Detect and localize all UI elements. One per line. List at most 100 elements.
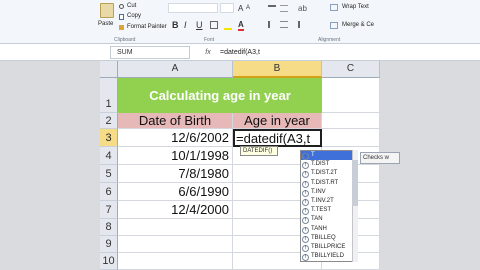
function-icon: f: [302, 189, 309, 197]
autocomplete-item-label: TANH: [311, 225, 327, 232]
format-painter-icon[interactable]: [119, 25, 124, 30]
cell-a10[interactable]: [118, 253, 233, 270]
column-header-b[interactable]: B: [233, 61, 322, 78]
paste-button[interactable]: Paste: [98, 21, 113, 27]
wrap-text-button[interactable]: Wrap Text: [342, 4, 369, 10]
autocomplete-item-label: T.TEST: [311, 207, 332, 214]
italic-button[interactable]: I: [184, 20, 187, 30]
bold-button[interactable]: B: [172, 20, 179, 30]
cell-a7[interactable]: 12/4/2000: [118, 201, 233, 219]
header-date-of-birth[interactable]: Date of Birth: [118, 113, 233, 129]
active-cell-b3[interactable]: =datedif(A3,t: [233, 129, 322, 147]
autocomplete-item[interactable]: f T.DIST: [301, 160, 353, 170]
align-left-icon[interactable]: [268, 21, 276, 28]
autocomplete-item[interactable]: f TBILLPRICE: [301, 243, 353, 252]
cell-a9[interactable]: [118, 236, 233, 253]
autocomplete-item-label: TBILLYIELD: [311, 253, 344, 260]
row-header-7[interactable]: 7: [100, 201, 118, 219]
alignment-group-label: Alignment: [318, 37, 341, 43]
clipboard-group-label: Clipboard: [114, 37, 136, 43]
font-color-icon[interactable]: A: [238, 21, 244, 31]
function-icon: f: [302, 162, 309, 170]
align-top-icon[interactable]: [268, 5, 276, 12]
fill-color-icon[interactable]: [224, 22, 232, 30]
title-cell[interactable]: Calculating age in year: [118, 78, 322, 113]
cut-icon[interactable]: [119, 4, 124, 9]
header-age-in-year[interactable]: Age in year: [233, 113, 322, 129]
copy-button[interactable]: Copy: [127, 13, 141, 19]
merge-center-button[interactable]: Merge & Ce: [342, 22, 374, 28]
row-header-4[interactable]: 4: [100, 147, 118, 165]
orientation-icon[interactable]: ab: [298, 4, 307, 13]
function-description-tip: Checks w: [360, 152, 400, 164]
autocomplete-item[interactable]: f T.DIST.RT: [301, 179, 353, 188]
autocomplete-item[interactable]: f TAN: [301, 215, 353, 225]
function-icon: f: [302, 254, 309, 262]
column-header-a[interactable]: A: [118, 61, 233, 78]
grow-font-icon[interactable]: A: [238, 4, 243, 13]
select-all-corner[interactable]: [100, 61, 118, 78]
autocomplete-item-label: TAN: [311, 216, 323, 223]
font-name-box[interactable]: [168, 3, 218, 13]
autocomplete-item[interactable]: f TBILLYIELD: [301, 252, 353, 262]
function-icon: f: [302, 226, 309, 234]
autocomplete-scrollbar-thumb[interactable]: [352, 160, 358, 206]
row-header-8[interactable]: 8: [100, 219, 118, 236]
name-box[interactable]: SUM: [110, 46, 190, 59]
autocomplete-item[interactable]: fT: [301, 151, 353, 160]
autocomplete-item[interactable]: f TBILLEQ: [301, 234, 353, 243]
row-header-6[interactable]: 6: [100, 183, 118, 201]
autocomplete-item[interactable]: f TANH: [301, 225, 353, 234]
copy-icon[interactable]: [119, 14, 124, 20]
row-header-2[interactable]: 2: [100, 113, 118, 129]
align-middle-icon[interactable]: [280, 5, 288, 12]
function-icon: f: [302, 171, 309, 179]
autocomplete-item-label: T: [311, 152, 315, 158]
cell-a8[interactable]: [118, 219, 233, 236]
underline-button[interactable]: U: [196, 20, 203, 30]
align-right-icon[interactable]: [292, 21, 300, 28]
cell-a6[interactable]: 6/6/1990: [118, 183, 233, 201]
function-icon: f: [302, 217, 309, 225]
autocomplete-item-label: TBILLEQ: [311, 234, 336, 241]
autocomplete-item[interactable]: f T.INV.2T: [301, 197, 353, 206]
cut-button[interactable]: Cut: [127, 3, 136, 9]
wrap-text-icon[interactable]: [330, 4, 338, 11]
format-painter-button[interactable]: Format Painter: [127, 24, 167, 30]
autocomplete-item-label: T.DIST.2T: [311, 170, 338, 177]
borders-icon[interactable]: [210, 21, 218, 29]
cell-a5[interactable]: 7/8/1980: [118, 165, 233, 183]
function-icon: f: [302, 208, 309, 216]
row-header-9[interactable]: 9: [100, 236, 118, 253]
autocomplete-item[interactable]: f T.TEST: [301, 206, 353, 216]
autocomplete-item-label: T.DIST: [311, 161, 330, 168]
autocomplete-item-label: TBILLPRICE: [311, 244, 346, 250]
cell-c1[interactable]: [322, 78, 380, 113]
insert-function-icon[interactable]: fx: [198, 46, 218, 59]
column-header-c[interactable]: C: [322, 61, 380, 78]
cell-c2[interactable]: [322, 113, 380, 129]
function-icon: f: [302, 235, 309, 243]
row-header-3[interactable]: 3: [100, 129, 118, 147]
function-icon: f: [302, 199, 309, 206]
row-header-10[interactable]: 10: [100, 253, 118, 270]
ribbon: Paste Cut Copy Format Painter Clipboard …: [0, 0, 480, 44]
formula-input[interactable]: =datedif(A3,t: [220, 46, 470, 59]
font-size-box[interactable]: [220, 3, 234, 13]
font-group-label: Font: [204, 37, 215, 43]
shrink-font-icon[interactable]: A: [246, 5, 250, 11]
autocomplete-item[interactable]: f T.INV: [301, 188, 353, 197]
autocomplete-item-label: T.INV.2T: [311, 198, 334, 204]
function-icon: f: [302, 153, 309, 160]
paste-icon[interactable]: [100, 3, 114, 18]
row-header-5[interactable]: 5: [100, 165, 118, 183]
row-header-1[interactable]: 1: [100, 78, 118, 113]
autocomplete-item-label: T.DIST.RT: [311, 179, 339, 186]
align-center-icon[interactable]: [280, 21, 288, 28]
cell-a4[interactable]: 10/1/1998: [118, 147, 233, 165]
cell-c3[interactable]: [322, 129, 380, 147]
cell-a3[interactable]: 12/6/2002: [118, 129, 233, 147]
autocomplete-item[interactable]: f T.DIST.2T: [301, 169, 353, 179]
function-icon: f: [302, 180, 309, 188]
merge-center-icon[interactable]: [330, 22, 338, 29]
